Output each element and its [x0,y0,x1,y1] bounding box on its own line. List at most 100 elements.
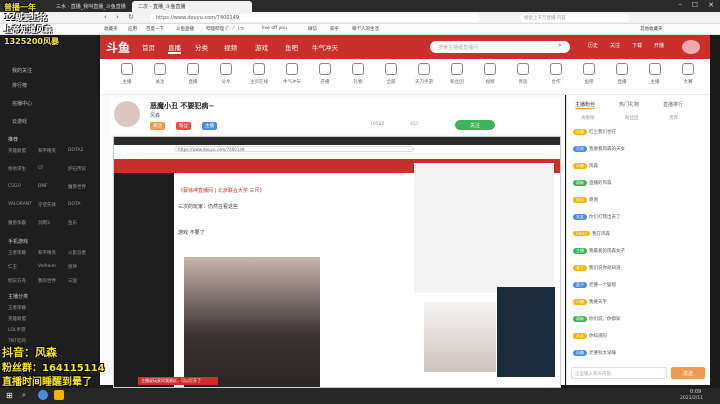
user-badge[interactable]: 水友 [573,333,587,339]
sidebar-game-item[interactable]: 炉石传说 [68,166,86,172]
category-item[interactable]: 关注 [143,63,177,85]
nav-video[interactable]: 视频 [224,42,237,52]
bookmark-item[interactable]: 收藏夹 [104,26,118,32]
sidebar-game-item[interactable]: 魔兽世界 [68,184,86,190]
browser-search-input[interactable]: 搜索上千万直播 内容 [520,14,630,22]
sidebar-game-item[interactable]: CSGO [8,184,21,189]
sidebar-game-item[interactable]: 英雄联盟 [8,148,26,154]
category-item[interactable]: 大赛 [671,63,705,85]
sidebar-game-item[interactable]: 和平精英 [38,148,56,154]
category-item[interactable]: 分享 [209,63,243,85]
promo-banner[interactable]: 主播说玩家问我最近，可以打开了 [138,377,218,385]
follow-room-button[interactable]: 关注 [455,120,495,130]
sidebar-game-item[interactable]: 我的世界 [38,278,56,284]
category-item[interactable]: 开播 [308,63,342,85]
forward-icon[interactable]: › [116,13,119,21]
category-item[interactable]: 直播 [176,63,210,85]
category-item[interactable]: 主播 [110,63,144,85]
user-badge[interactable]: 风森 [573,350,587,356]
sidebar-anchor-item[interactable]: 王者荣耀 [8,305,26,311]
bookmark-item[interactable]: 斗鱼直播 [176,26,194,32]
category-item[interactable]: 天刀手游 [407,63,441,85]
search-icon[interactable]: ⌕ [558,41,562,50]
user-badge[interactable]: 主播 [573,248,587,254]
chat-tab[interactable]: 主播粉丝 [575,101,596,109]
download-button[interactable]: 下载 [632,42,642,49]
category-item[interactable]: 牛气冲天 [275,63,309,85]
site-logo[interactable]: 斗鱼 [106,39,130,56]
user-badge[interactable]: 萌新 [573,316,587,322]
sidebar-game-item[interactable]: Valheim [38,264,56,269]
category-item[interactable]: 直播 [605,63,639,85]
bookmark-item[interactable]: live off you [262,26,287,31]
site-search-input[interactable]: 搜索主播或直播间 [430,41,570,53]
browser-taskbar-icon[interactable] [38,390,48,400]
bookmark-item[interactable]: 应用 [128,26,137,32]
sidebar-game-item[interactable]: 鱼乐 [68,220,77,226]
user-badge[interactable]: 月光 [573,146,587,152]
bookmark-item[interactable]: 哔哩哔哩 (゜-゜)つ [206,26,244,32]
category-item[interactable]: 贵族 [506,63,540,85]
chat-subtab[interactable]: 贡献榜 [581,115,595,121]
sidebar-item-cloud[interactable]: 云游戏 [12,118,27,125]
sidebar-game-item[interactable]: 火影忍者 [68,250,86,256]
user-badge[interactable]: 粉丝 [573,197,587,203]
streamer-name[interactable]: 风森 [150,112,160,119]
bookmark-item[interactable]: 其他收藏夹 [640,26,663,32]
sidebar-game-item[interactable]: VALORANT [8,202,32,207]
chat-tab[interactable]: 热门礼物 [619,101,639,108]
nav-fishbar[interactable]: 鱼吧 [285,42,298,52]
user-badge[interactable]: 萌新 [573,180,587,186]
category-item[interactable]: 鱼吧 [572,63,606,85]
user-badge[interactable]: Harry [573,231,591,236]
user-badge[interactable]: 水友 [573,214,587,220]
chat-tab[interactable]: 直播排行 [663,101,683,108]
user-badge[interactable]: 老子 [573,265,587,271]
sidebar-game-item[interactable]: 王者荣耀 [8,250,26,256]
sidebar-game-item[interactable]: 三国 [68,278,77,284]
video-player[interactable]: https://www.douyu.com/7400149 《蔡徐坤直播间 | … [113,136,561,388]
search-icon[interactable]: ⌕ [22,391,26,400]
sidebar-game-item[interactable]: 明日方舟 [8,278,26,284]
sidebar-item-center[interactable]: 完播中心 [12,100,32,107]
chat-subtab[interactable]: 贵宾 [669,115,678,121]
back-icon[interactable]: ‹ [104,13,107,21]
sidebar-game-item[interactable]: 仁王 [8,264,17,270]
nav-home[interactable]: 首页 [142,42,155,52]
sidebar-game-item[interactable]: 原神 [68,264,77,270]
follow-button[interactable]: 关注 [610,42,620,49]
category-item[interactable]: 礼物 [341,63,375,85]
bookmark-item[interactable]: 知乎 [330,26,339,32]
sidebar-game-item[interactable]: 剑网3 [38,220,50,226]
user-badge[interactable]: 风森 [573,299,587,305]
history-button[interactable]: 历史 [588,42,598,49]
sidebar-game-item[interactable]: 和平精英 [38,250,56,256]
avatar[interactable] [682,40,700,54]
nav-game[interactable]: 游戏 [255,42,268,52]
chat-subtab[interactable]: 粉丝团 [625,115,639,121]
user-badge[interactable]: 风森 [573,163,587,169]
refresh-icon[interactable]: ↻ [128,13,134,21]
browser-tab[interactable]: 三水 · 直播_我叫直播_斗鱼直播 [50,1,130,12]
folder-taskbar-icon[interactable] [54,390,64,400]
browser-tab-active[interactable]: 二次 - 直播_斗鱼直播 [132,1,252,12]
chat-input[interactable]: 这里输入聊天内容 [571,367,667,379]
streamer-avatar[interactable] [114,101,140,127]
windows-start-icon[interactable]: ⊞ [6,391,13,400]
sidebar-game-item[interactable]: 守望先锋 [38,202,56,208]
minimize-icon[interactable]: – [679,0,683,8]
sidebar-game-item[interactable]: DOTA [68,202,81,207]
nav-category[interactable]: 分类 [195,42,208,52]
bookmark-item[interactable]: 每个人的生活 [352,26,379,32]
sidebar-game-item[interactable]: 魔兽争霸 [8,220,26,226]
nav-live[interactable]: 直播 [168,42,181,54]
sidebar-game-item[interactable]: DNF [38,184,47,189]
user-badge[interactable]: 风森 [573,129,587,135]
start-stream-button[interactable]: 开播 [654,42,664,49]
user-badge[interactable]: 蓝子 [573,282,587,288]
sidebar-anchor-item[interactable]: LOL手游 [8,327,25,333]
sidebar-item-rank[interactable]: 排行榜 [12,82,27,89]
send-button[interactable]: 发送 [671,367,705,379]
close-icon[interactable]: ✕ [708,1,714,9]
category-item[interactable]: 合作 [539,63,573,85]
